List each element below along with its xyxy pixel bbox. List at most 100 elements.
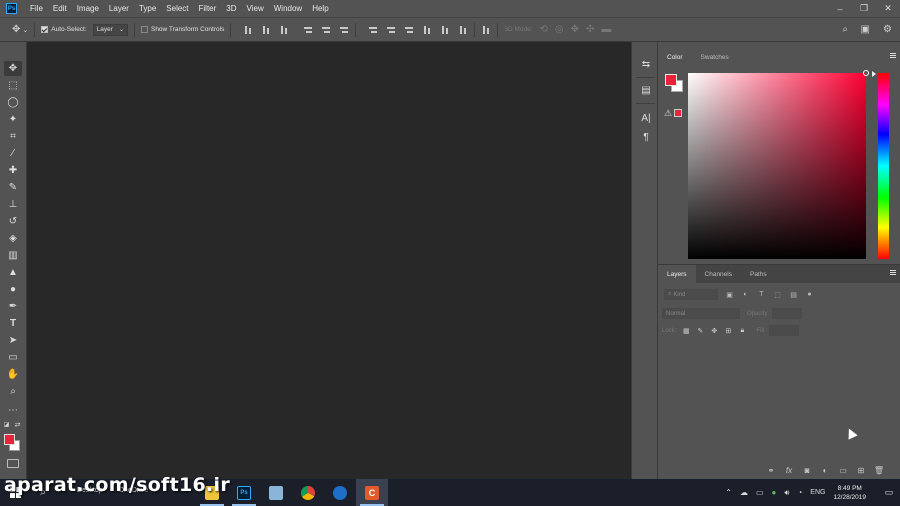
layer-style-icon[interactable]: fx	[784, 465, 794, 475]
tab-swatches[interactable]: Swatches	[692, 48, 738, 66]
battery-icon[interactable]: ▭	[756, 488, 764, 497]
3d-scale-icon[interactable]: ▬	[601, 24, 611, 35]
eyedropper-tool-icon[interactable]: ⁄	[4, 146, 22, 161]
hue-slider-marker[interactable]	[872, 71, 876, 77]
3d-slide-icon[interactable]: ✣	[586, 24, 594, 35]
distribute-bottom-icon[interactable]	[404, 25, 414, 35]
auto-select-target-dropdown[interactable]: Layer ⌄	[92, 23, 128, 36]
filter-adjustment-icon[interactable]: ◐	[741, 290, 750, 299]
gradient-tool-icon[interactable]: ▥	[4, 248, 22, 263]
panel-menu-icon[interactable]	[890, 270, 896, 276]
update-icon[interactable]: ●	[772, 488, 777, 497]
tab-color[interactable]: Color	[658, 48, 692, 66]
notification-icon[interactable]: ▭	[878, 479, 900, 506]
clock[interactable]: 8:49 PM 12/28/2019	[833, 484, 866, 502]
history-icon[interactable]: ⇆	[639, 57, 653, 71]
restore-icon[interactable]: ❐	[852, 0, 876, 17]
kind-filter-dropdown[interactable]: ⌕ Kind	[664, 289, 718, 300]
filter-type-icon[interactable]: T	[757, 290, 766, 299]
volume-icon[interactable]: 🔊︎	[784, 488, 789, 498]
distribute-left-icon[interactable]	[422, 25, 432, 35]
taskbar-photoshop[interactable]: Ps	[228, 479, 260, 506]
out-of-gamut-warning-icon[interactable]: ⚠	[664, 108, 672, 119]
delete-layer-icon[interactable]: 🗑︎	[874, 465, 884, 475]
dodge-tool-icon[interactable]: ●	[4, 282, 22, 297]
new-layer-icon[interactable]: ⊞	[856, 465, 866, 475]
default-colors-icon[interactable]: ◪	[2, 420, 11, 429]
cloud-icon[interactable]: ☁	[740, 488, 748, 497]
move-tool-icon[interactable]: ✥	[4, 61, 22, 76]
document-canvas-area[interactable]	[28, 42, 631, 479]
language-indicator[interactable]: ENG	[810, 489, 825, 496]
auto-select-checkbox[interactable]	[41, 26, 49, 33]
history-brush-tool-icon[interactable]: ↺	[4, 214, 22, 229]
align-bottom-icon[interactable]	[279, 25, 289, 35]
brush-tool-icon[interactable]: ✎	[4, 180, 22, 195]
properties-icon[interactable]: ▤	[639, 83, 653, 97]
color-picker-marker[interactable]	[863, 70, 869, 76]
distribute-right-icon[interactable]	[458, 25, 468, 35]
eraser-tool-icon[interactable]: ◈	[4, 231, 22, 246]
menu-file[interactable]: File	[30, 4, 43, 13]
clone-stamp-tool-icon[interactable]: ⊥	[4, 197, 22, 212]
filter-smart-object-icon[interactable]: ▤	[789, 290, 798, 299]
3d-roll-icon[interactable]: ◎	[555, 24, 564, 35]
taskbar-camtasia[interactable]: C	[356, 479, 388, 506]
paragraph-icon[interactable]: ¶	[639, 130, 653, 144]
layers-list[interactable]	[658, 317, 900, 437]
hand-tool-icon[interactable]: ✋	[4, 367, 22, 382]
3d-rotate-icon[interactable]: ⟲	[540, 24, 548, 35]
gear-icon[interactable]: ⚙	[883, 24, 892, 35]
crop-tool-icon[interactable]: ⌗	[4, 129, 22, 144]
chevron-up-icon[interactable]: ⌃	[725, 488, 732, 497]
more-tools-icon[interactable]: ⋯	[4, 403, 22, 418]
menu-filter[interactable]: Filter	[199, 4, 217, 13]
zoom-tool-icon[interactable]: ⌕	[4, 384, 22, 399]
color-panel-foreground-swatch[interactable]	[665, 74, 677, 86]
menu-layer[interactable]: Layer	[109, 4, 129, 13]
menu-window[interactable]: Window	[274, 4, 302, 13]
chevron-down-icon[interactable]: ⌄	[22, 26, 28, 34]
tab-channels[interactable]: Channels	[696, 265, 741, 283]
blur-tool-icon[interactable]: ▲	[4, 265, 22, 280]
add-mask-icon[interactable]: ◙	[802, 465, 812, 475]
quick-mask-icon[interactable]	[7, 459, 19, 468]
hue-slider[interactable]	[878, 73, 889, 259]
lasso-tool-icon[interactable]: ◯	[4, 95, 22, 110]
new-group-icon[interactable]: ▭	[838, 465, 848, 475]
foreground-color-swatch[interactable]	[4, 434, 15, 445]
taskbar-chrome[interactable]	[292, 479, 324, 506]
adjustment-layer-icon[interactable]: ◐	[820, 465, 830, 475]
panel-menu-icon[interactable]	[890, 53, 896, 59]
rectangle-tool-icon[interactable]: ▭	[4, 350, 22, 365]
menu-edit[interactable]: Edit	[53, 4, 67, 13]
align-left-icon[interactable]	[303, 25, 313, 35]
taskbar-torrent[interactable]	[324, 479, 356, 506]
3d-drag-icon[interactable]: ✥	[571, 24, 579, 35]
menu-help[interactable]: Help	[312, 4, 328, 13]
search-icon[interactable]: ⌕	[842, 24, 848, 35]
magic-wand-tool-icon[interactable]: ✦	[4, 112, 22, 127]
show-transform-checkbox[interactable]	[140, 26, 148, 33]
tab-paths[interactable]: Paths	[741, 265, 776, 283]
pen-tool-icon[interactable]: ✒	[4, 299, 22, 314]
auto-align-icon[interactable]	[481, 25, 491, 35]
swap-colors-icon[interactable]: ⇄	[13, 420, 22, 429]
marquee-tool-icon[interactable]: ⬚	[4, 78, 22, 93]
align-vertical-center-icon[interactable]	[261, 25, 271, 35]
healing-brush-tool-icon[interactable]: ✚	[4, 163, 22, 178]
gamut-correction-swatch[interactable]	[674, 109, 682, 117]
distribute-center-icon[interactable]	[386, 25, 396, 35]
distribute-hcenter-icon[interactable]	[440, 25, 450, 35]
menu-3d[interactable]: 3D	[226, 4, 236, 13]
workspace-icon[interactable]: ▣	[861, 24, 870, 35]
align-horizontal-center-icon[interactable]	[321, 25, 331, 35]
align-right-icon[interactable]	[339, 25, 349, 35]
type-tool-icon[interactable]: T	[4, 316, 22, 331]
filter-shape-icon[interactable]: ⬚	[773, 290, 782, 299]
tab-layers[interactable]: Layers	[658, 265, 696, 283]
filter-pixel-icon[interactable]: ▣	[725, 290, 734, 299]
color-field[interactable]	[688, 70, 869, 259]
distribute-top-icon[interactable]	[368, 25, 378, 35]
move-tool-preset-icon[interactable]: ✥	[12, 24, 20, 35]
